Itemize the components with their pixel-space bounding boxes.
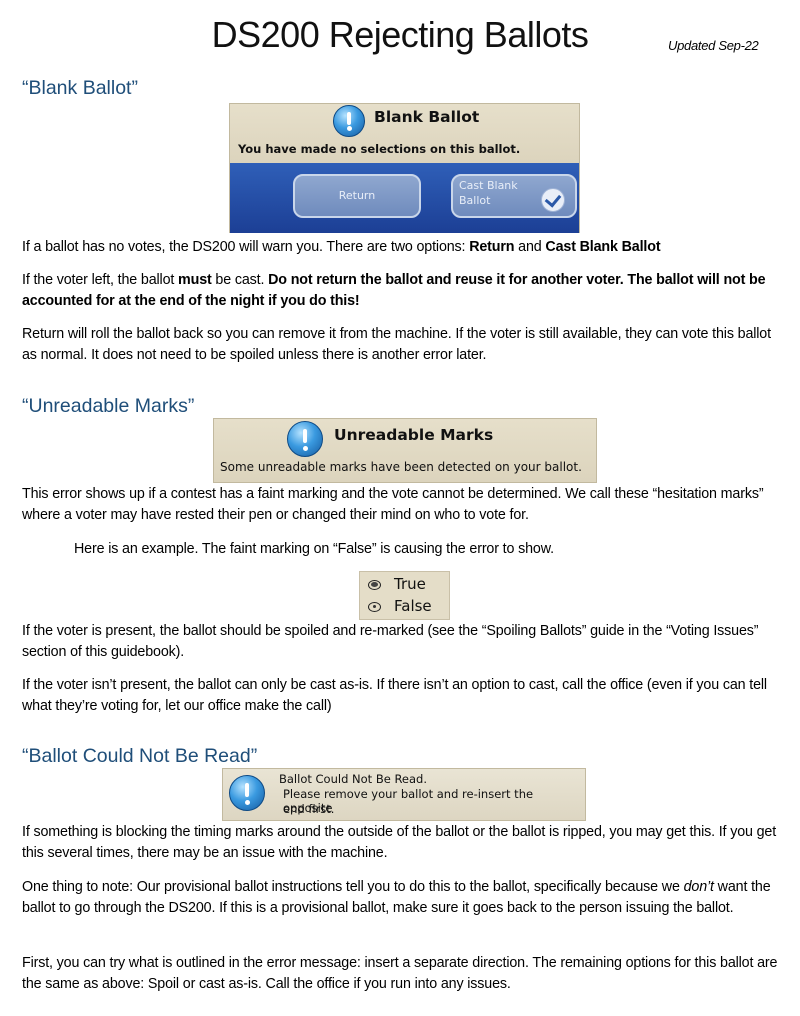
could-not-read-para-2: One thing to note: Our provisional ballo… bbox=[22, 879, 771, 916]
heading-could-not-read: “Ballot Could Not Be Read” bbox=[22, 745, 258, 767]
checkmark-icon bbox=[541, 188, 565, 212]
unreadable-para-1: This error shows up if a contest has a f… bbox=[22, 486, 764, 523]
could-not-read-line-1: Ballot Could Not Be Read. bbox=[279, 772, 428, 786]
blank-ballot-para-1: If a ballot has no votes, the DS200 will… bbox=[22, 239, 661, 255]
updated-date: Updated Sep-22 bbox=[668, 38, 759, 53]
info-icon bbox=[333, 105, 365, 137]
unreadable-marks-screen-message: Some unreadable marks have been detected… bbox=[220, 460, 582, 474]
cast-button-line2: Ballot bbox=[459, 194, 491, 207]
blank-ballot-screen-message: You have made no selections on this ball… bbox=[238, 142, 521, 156]
info-icon bbox=[287, 421, 323, 457]
cast-blank-ballot-button[interactable]: Cast Blank Ballot bbox=[451, 174, 577, 218]
could-not-read-para-3: First, you can try what is outlined in t… bbox=[22, 955, 778, 992]
faint-oval-icon bbox=[368, 602, 381, 612]
return-button-label: Return bbox=[338, 189, 376, 202]
could-not-read-para-1: If something is blocking the timing mark… bbox=[22, 824, 777, 861]
option-false-label: False bbox=[394, 597, 432, 615]
unreadable-para-3: If the voter isn’t present, the ballot c… bbox=[22, 677, 767, 714]
unreadable-marks-screen: Unreadable Marks Some unreadable marks h… bbox=[213, 418, 597, 483]
could-not-read-screen: Ballot Could Not Be Read. Please remove … bbox=[222, 768, 586, 821]
cast-button-line1: Cast Blank bbox=[459, 179, 518, 192]
true-false-example: True False bbox=[359, 571, 450, 620]
unreadable-marks-screen-title: Unreadable Marks bbox=[334, 426, 494, 444]
filled-oval-icon bbox=[368, 580, 381, 590]
blank-ballot-screen-title: Blank Ballot bbox=[374, 108, 480, 126]
blank-ballot-para-2: If the voter left, the ballot must be ca… bbox=[22, 272, 766, 309]
blank-ballot-screen: Blank Ballot You have made no selections… bbox=[229, 103, 580, 164]
blank-ballot-para-3: Return will roll the ballot back so you … bbox=[22, 326, 771, 363]
return-button[interactable]: Return bbox=[293, 174, 421, 218]
screen-button-bar: Return Cast Blank Ballot bbox=[229, 163, 580, 233]
unreadable-para-2: If the voter is present, the ballot shou… bbox=[22, 623, 759, 660]
option-true-label: True bbox=[394, 575, 426, 593]
heading-unreadable-marks: “Unreadable Marks” bbox=[22, 395, 195, 417]
unreadable-example: Here is an example. The faint marking on… bbox=[74, 541, 554, 557]
heading-blank-ballot: “Blank Ballot” bbox=[22, 77, 138, 99]
info-icon bbox=[229, 775, 265, 811]
could-not-read-line-3: end first. bbox=[283, 802, 335, 816]
